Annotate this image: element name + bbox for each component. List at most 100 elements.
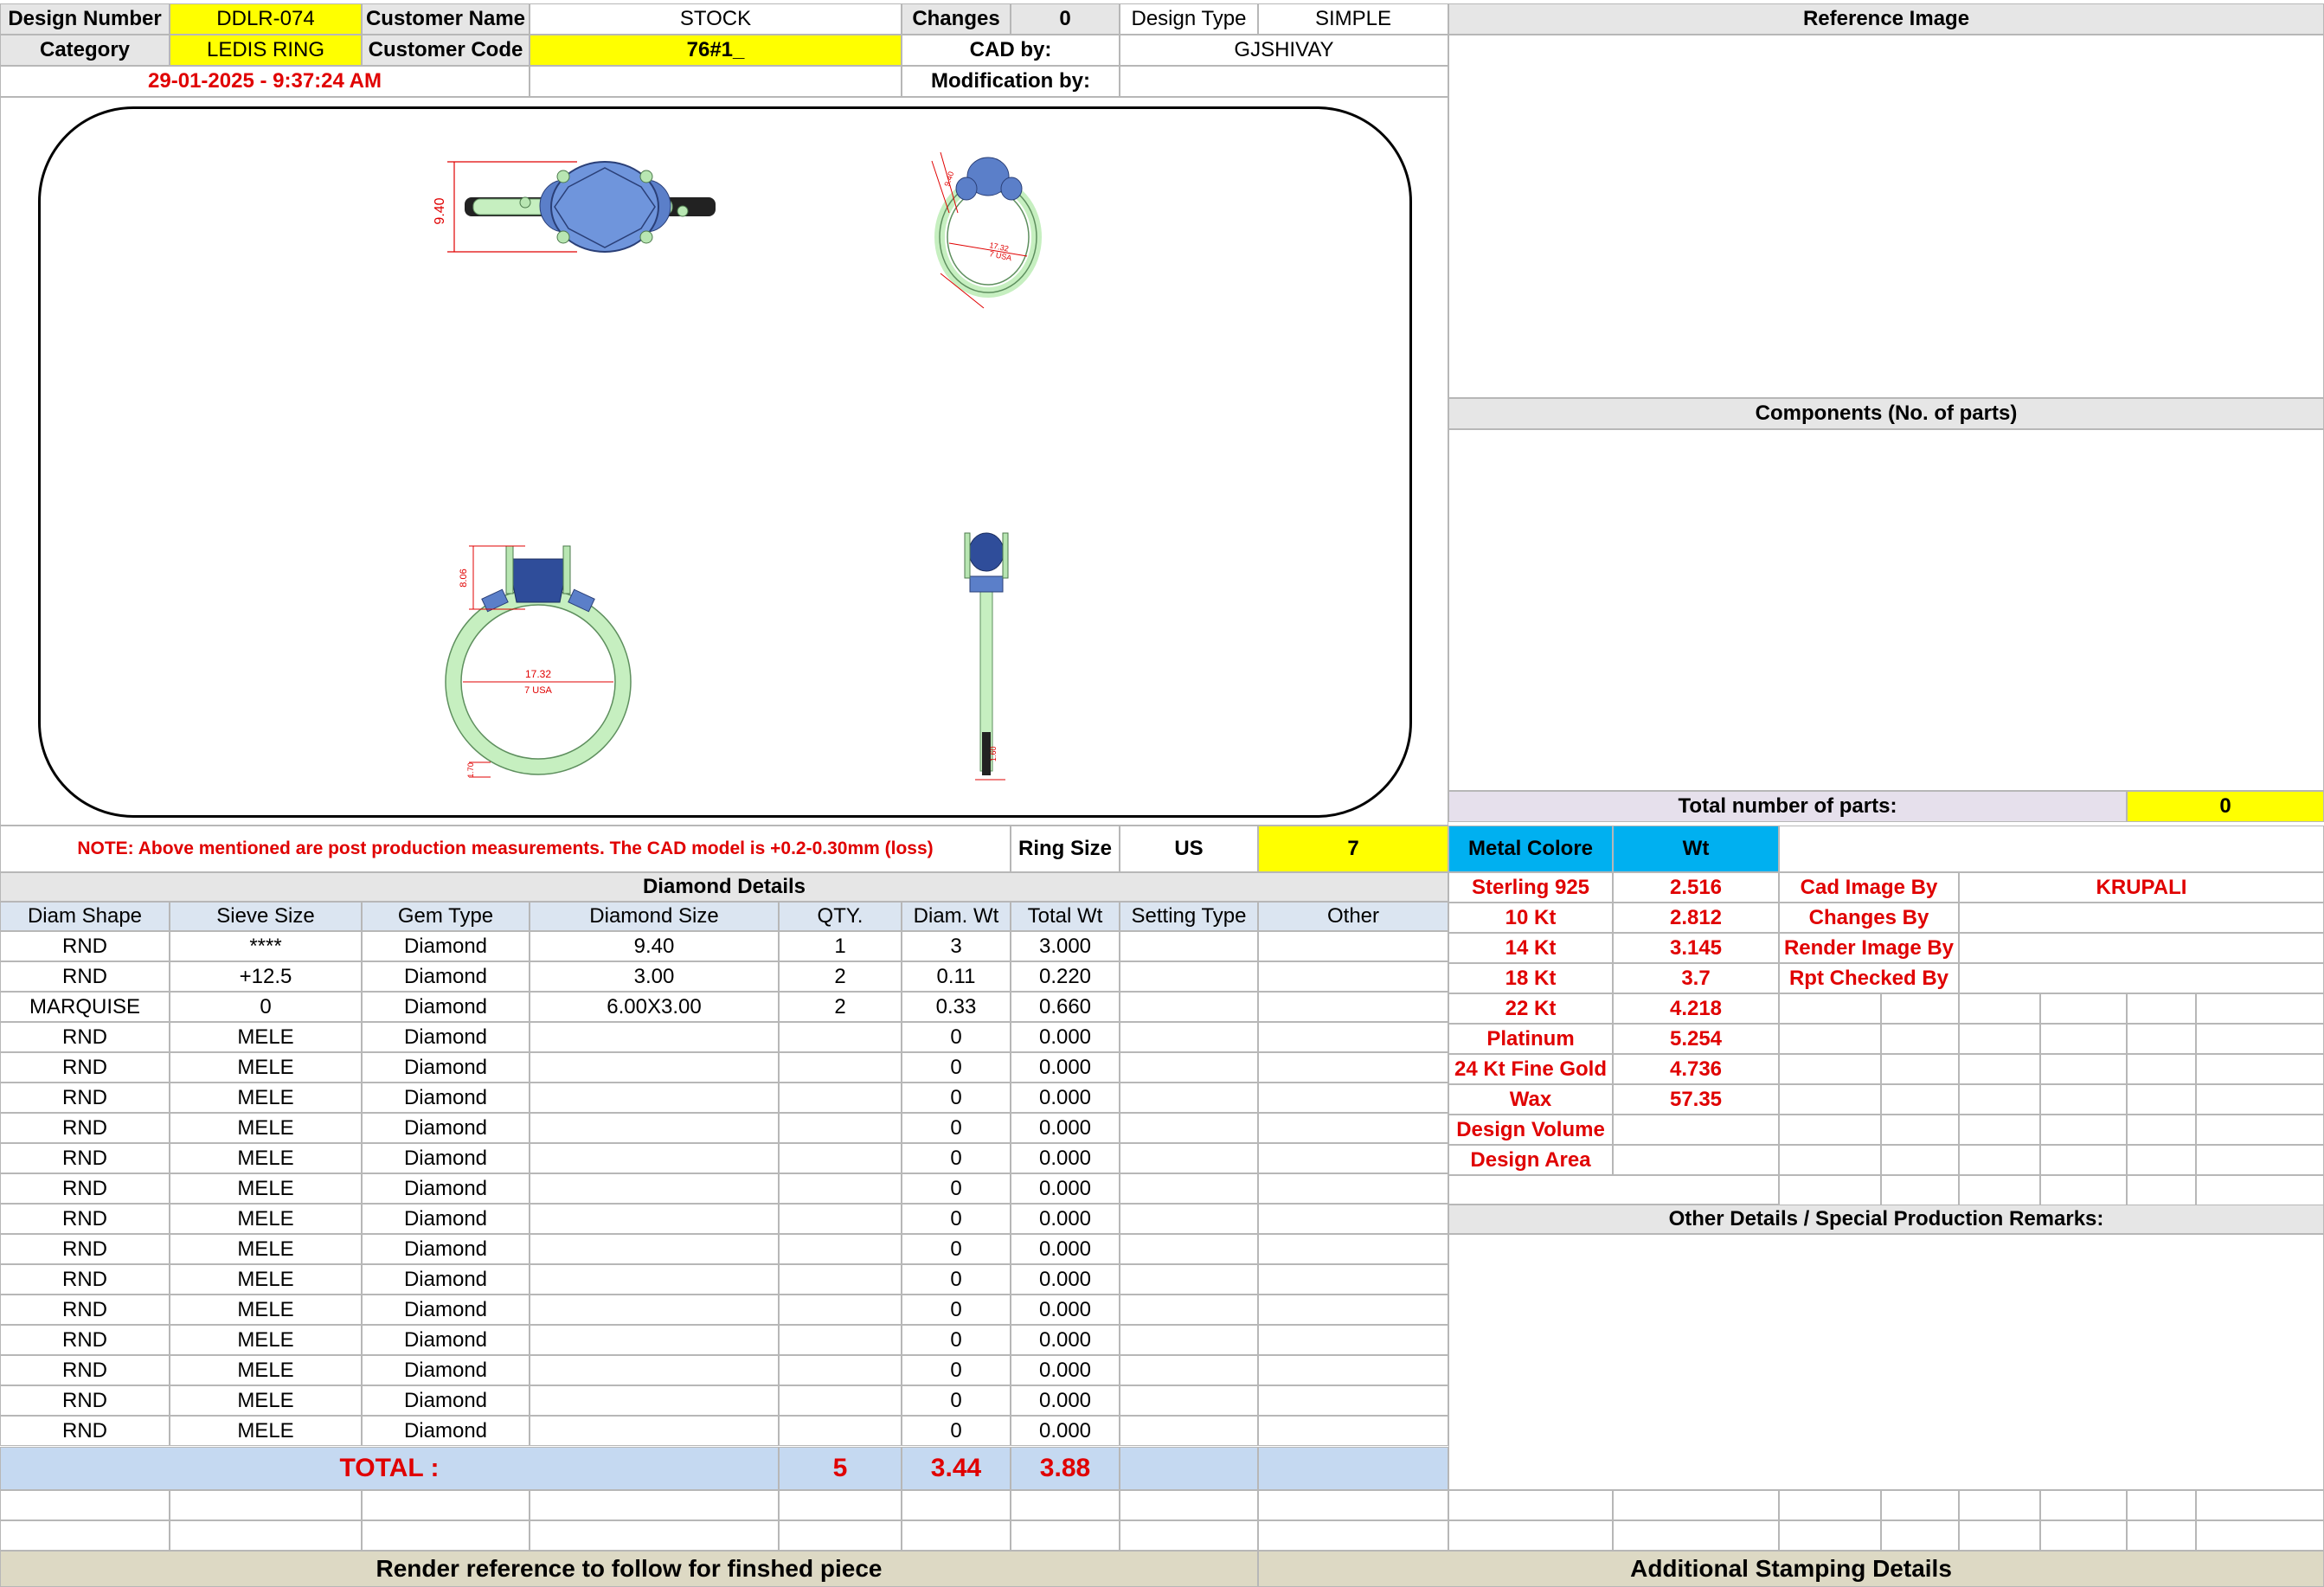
diamond-table-cell[interactable]: 0.000: [1011, 1173, 1120, 1204]
diamond-table-cell[interactable]: RND: [0, 931, 170, 961]
diamond-table-cell[interactable]: Diamond: [362, 1052, 530, 1083]
grid-cell[interactable]: [1881, 1024, 1959, 1054]
reference-image-area[interactable]: [1448, 35, 2324, 398]
grid-cell[interactable]: [1881, 1084, 1959, 1115]
diamond-table-cell[interactable]: [1120, 1052, 1258, 1083]
diamond-table-cell[interactable]: 0: [902, 1022, 1011, 1052]
empty-cell[interactable]: [2040, 1520, 2127, 1551]
empty-cell[interactable]: [1120, 1520, 1258, 1551]
diamond-table-cell[interactable]: 0.000: [1011, 1325, 1120, 1355]
grid-cell[interactable]: [1881, 1145, 1959, 1175]
metal-weight[interactable]: 5.254: [1613, 1024, 1779, 1054]
empty-cell[interactable]: [0, 1520, 170, 1551]
diamond-table-cell[interactable]: RND: [0, 961, 170, 992]
empty-cell[interactable]: [1613, 1490, 1779, 1520]
diamond-table-cell[interactable]: [779, 1416, 902, 1446]
empty-cell[interactable]: [902, 1520, 1011, 1551]
grid-cell[interactable]: [1779, 1115, 1881, 1145]
diamond-table-cell[interactable]: [530, 1234, 779, 1264]
diamond-table-cell[interactable]: RND: [0, 1022, 170, 1052]
diamond-table-cell[interactable]: [1258, 1416, 1448, 1446]
diamond-table-cell[interactable]: Diamond: [362, 1355, 530, 1385]
diamond-table-cell[interactable]: 3.00: [530, 961, 779, 992]
diamond-table-cell[interactable]: ****: [170, 931, 362, 961]
diamond-table-cell[interactable]: [1258, 1173, 1448, 1204]
diamond-table-cell[interactable]: [1120, 1113, 1258, 1143]
empty-cell[interactable]: [2127, 1490, 2196, 1520]
diamond-table-cell[interactable]: [530, 1022, 779, 1052]
diamond-table-cell[interactable]: 0: [902, 1264, 1011, 1295]
grid-cell[interactable]: [2127, 1054, 2196, 1084]
diamond-table-cell[interactable]: 0.000: [1011, 1204, 1120, 1234]
diamond-table-cell[interactable]: [779, 1295, 902, 1325]
diamond-table-cell[interactable]: 9.40: [530, 931, 779, 961]
modification-value[interactable]: [1120, 66, 1448, 97]
diamond-table-cell[interactable]: [1258, 1355, 1448, 1385]
diamond-table-cell[interactable]: [1258, 1143, 1448, 1173]
grid-cell[interactable]: [1779, 1084, 1881, 1115]
diamond-table-cell[interactable]: [1258, 931, 1448, 961]
design-type-value[interactable]: SIMPLE: [1258, 3, 1448, 35]
diamond-table-cell[interactable]: Diamond: [362, 1113, 530, 1143]
diamond-table-cell[interactable]: RND: [0, 1355, 170, 1385]
cad-by-value[interactable]: GJSHIVAY: [1120, 35, 1448, 66]
grid-cell[interactable]: [1779, 993, 1881, 1024]
diamond-table-cell[interactable]: [779, 1173, 902, 1204]
diamond-table-cell[interactable]: [1258, 1385, 1448, 1416]
customer-name-value[interactable]: STOCK: [530, 3, 902, 35]
diamond-table-cell[interactable]: Diamond: [362, 1022, 530, 1052]
diamond-table-cell[interactable]: Diamond: [362, 992, 530, 1022]
diamond-table-cell[interactable]: 0: [902, 1385, 1011, 1416]
diamond-table-cell[interactable]: [530, 1173, 779, 1204]
diamond-table-cell[interactable]: 0.000: [1011, 1083, 1120, 1113]
grid-cell[interactable]: [2040, 1175, 2127, 1205]
diamond-table-cell[interactable]: [1258, 1325, 1448, 1355]
diamond-table-cell[interactable]: 0: [902, 1355, 1011, 1385]
other-details-area[interactable]: [1448, 1234, 2324, 1490]
diamond-table-cell[interactable]: MELE: [170, 1416, 362, 1446]
diamond-table-cell[interactable]: Diamond: [362, 1385, 530, 1416]
diamond-table-cell[interactable]: 0: [902, 1173, 1011, 1204]
diamond-table-cell[interactable]: [1258, 1113, 1448, 1143]
design-number-value[interactable]: DDLR-074: [170, 3, 362, 35]
diamond-table-cell[interactable]: 0: [902, 1052, 1011, 1083]
empty-cell[interactable]: [1779, 1490, 1881, 1520]
grid-cell[interactable]: [1959, 1054, 2040, 1084]
category-value[interactable]: LEDIS RING: [170, 35, 362, 66]
diamond-table-cell[interactable]: 0: [902, 1143, 1011, 1173]
empty-cell[interactable]: [1258, 1490, 1448, 1520]
ring-size-value[interactable]: 7: [1258, 826, 1448, 872]
grid-cell[interactable]: [1959, 1084, 2040, 1115]
diamond-table-cell[interactable]: [1120, 1143, 1258, 1173]
diamond-table-cell[interactable]: [1258, 1295, 1448, 1325]
metal-weight[interactable]: 2.516: [1613, 872, 1779, 903]
metal-weight[interactable]: 3.7: [1613, 963, 1779, 993]
diamond-table-cell[interactable]: [779, 1204, 902, 1234]
diamond-table-cell[interactable]: [1258, 1204, 1448, 1234]
grid-cell[interactable]: [2196, 993, 2324, 1024]
diamond-table-cell[interactable]: 0: [902, 1295, 1011, 1325]
total-parts-value[interactable]: 0: [2127, 791, 2324, 822]
diamond-table-cell[interactable]: Diamond: [362, 1295, 530, 1325]
grid-cell[interactable]: [2127, 1024, 2196, 1054]
diamond-table-cell[interactable]: RND: [0, 1234, 170, 1264]
diamond-table-cell[interactable]: [1120, 1355, 1258, 1385]
empty-cell[interactable]: [2127, 1520, 2196, 1551]
empty-cell[interactable]: [0, 1490, 170, 1520]
credit-value[interactable]: KRUPALI: [1959, 872, 2324, 903]
diamond-table-cell[interactable]: [779, 1083, 902, 1113]
diamond-table-cell[interactable]: 0: [902, 1083, 1011, 1113]
diamond-table-cell[interactable]: RND: [0, 1325, 170, 1355]
grid-cell[interactable]: [2196, 1115, 2324, 1145]
grid-cell[interactable]: [2040, 1084, 2127, 1115]
diamond-table-cell[interactable]: MELE: [170, 1173, 362, 1204]
diamond-table-cell[interactable]: 0.000: [1011, 1143, 1120, 1173]
diamond-table-cell[interactable]: [530, 1416, 779, 1446]
diamond-table-cell[interactable]: 0: [902, 1234, 1011, 1264]
grid-cell[interactable]: [2127, 1084, 2196, 1115]
changes-value[interactable]: 0: [1011, 3, 1120, 35]
diamond-table-cell[interactable]: RND: [0, 1416, 170, 1446]
diamond-table-cell[interactable]: 3: [902, 931, 1011, 961]
diamond-table-cell[interactable]: RND: [0, 1173, 170, 1204]
diamond-table-cell[interactable]: 2: [779, 961, 902, 992]
